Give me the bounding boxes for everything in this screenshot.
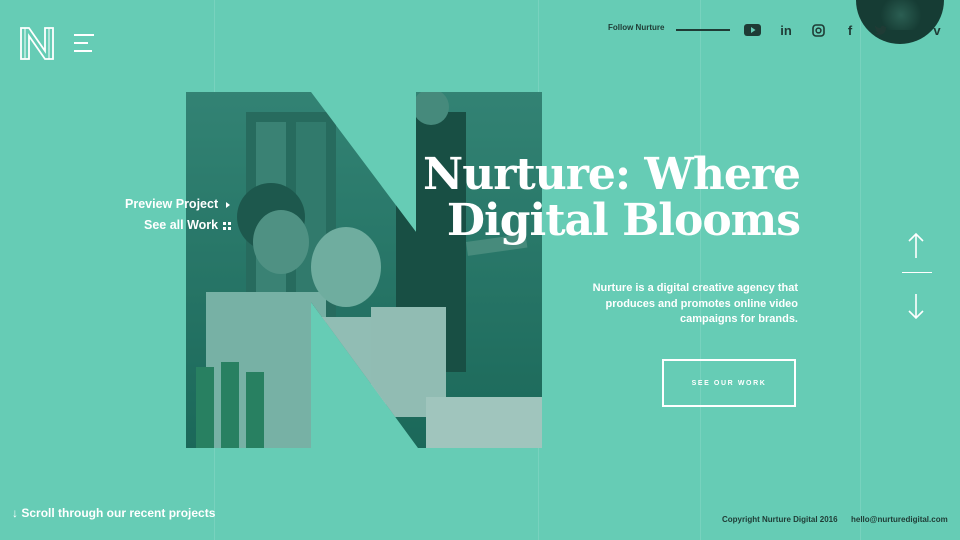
grid-dots-icon bbox=[223, 222, 231, 230]
hero-description: Nurture is a digital creative agency tha… bbox=[592, 282, 798, 325]
copyright-text: Copyright Nurture Digital 2016 bbox=[722, 515, 838, 524]
facebook-icon[interactable]: f bbox=[841, 21, 859, 39]
menu-line bbox=[74, 42, 88, 44]
hero-photo-n bbox=[186, 92, 542, 448]
menu-line bbox=[74, 34, 94, 36]
vimeo-icon[interactable]: v bbox=[928, 21, 946, 39]
arrow-up-icon[interactable] bbox=[906, 232, 926, 260]
preview-project-link[interactable]: Preview Project bbox=[125, 197, 218, 211]
play-triangle-icon bbox=[226, 202, 230, 208]
nurture-logo-icon[interactable] bbox=[20, 27, 54, 60]
arrow-down-small-icon: ↓ bbox=[12, 506, 18, 520]
arrow-separator bbox=[902, 272, 932, 273]
contact-email-link[interactable]: hello@nurturedigital.com bbox=[851, 515, 948, 524]
twitter-icon[interactable] bbox=[872, 21, 890, 39]
grid-line bbox=[700, 0, 701, 540]
linkedin-icon[interactable]: in bbox=[777, 21, 795, 39]
scroll-projects-link[interactable]: ↓ Scroll through our recent projects bbox=[12, 506, 215, 520]
grid-line bbox=[860, 0, 861, 540]
follow-divider bbox=[676, 29, 730, 31]
youtube-icon[interactable] bbox=[743, 21, 761, 39]
hero-headline: Nurture: Where Digital Blooms bbox=[380, 149, 801, 246]
arrow-down-icon[interactable] bbox=[906, 292, 926, 320]
menu-button[interactable] bbox=[74, 34, 94, 54]
menu-line bbox=[74, 50, 92, 52]
headline-line-2: Digital Blooms bbox=[446, 195, 801, 246]
see-our-work-button[interactable]: SEE OUR WORK bbox=[662, 359, 796, 407]
headline-line-1: Nurture: Where bbox=[422, 149, 801, 200]
instagram-icon[interactable] bbox=[809, 21, 827, 39]
follow-label: Follow Nurture bbox=[608, 23, 665, 32]
see-all-work-link[interactable]: See all Work bbox=[144, 218, 218, 232]
scroll-label: Scroll through our recent projects bbox=[21, 506, 216, 520]
